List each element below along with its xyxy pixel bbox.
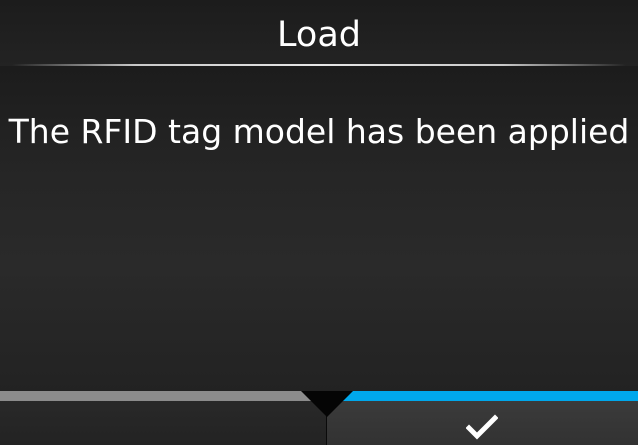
page-title: Load xyxy=(277,15,361,55)
check-icon xyxy=(466,414,498,440)
button-bar xyxy=(0,391,638,445)
title-divider xyxy=(12,64,626,66)
left-softkey-button[interactable] xyxy=(0,391,326,445)
selection-pointer xyxy=(301,391,353,417)
left-softkey-strip xyxy=(0,391,326,401)
confirm-button-accent-strip xyxy=(327,391,638,401)
display-screen: Load The RFID tag model has been applied xyxy=(0,0,638,445)
title-bar: Load xyxy=(0,0,638,66)
status-message: The RFID tag model has been applied xyxy=(8,112,630,151)
